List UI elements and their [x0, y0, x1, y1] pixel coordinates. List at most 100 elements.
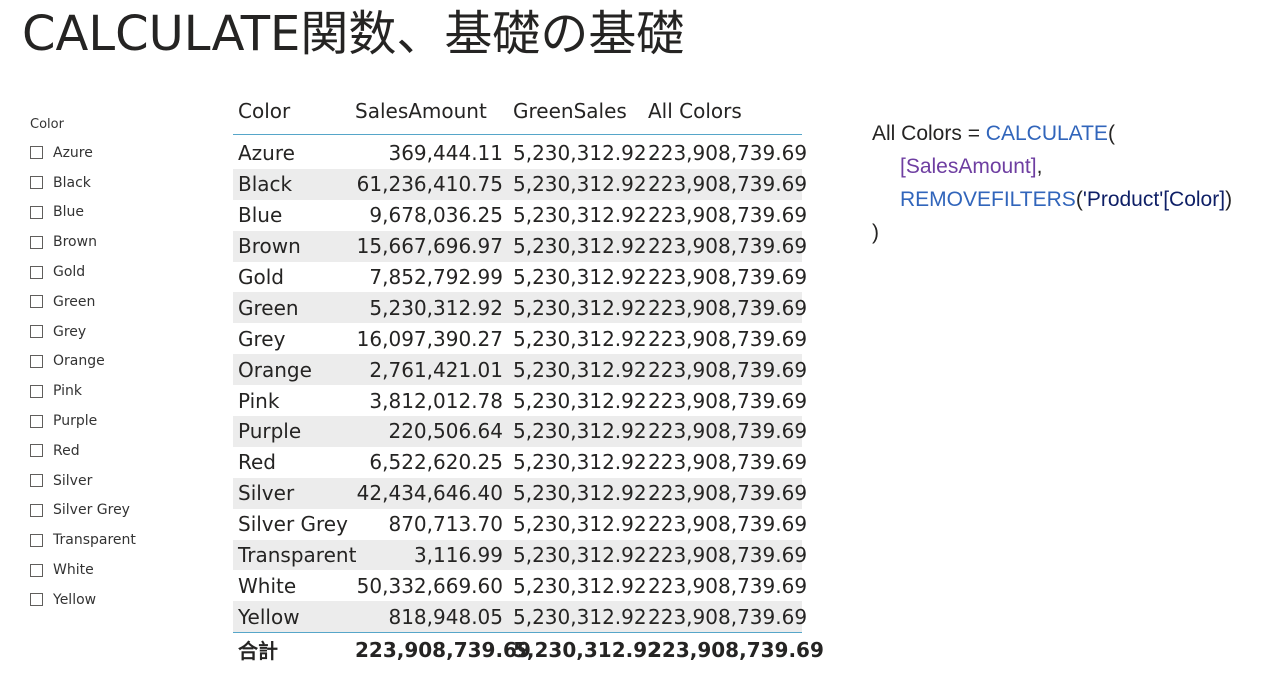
- total-label: 合計: [233, 632, 350, 667]
- checkbox[interactable]: [30, 533, 43, 547]
- slicer-item[interactable]: Red: [30, 436, 210, 466]
- slicer-item-label: Black: [53, 174, 91, 191]
- slicer-item[interactable]: Green: [30, 287, 210, 317]
- table-row[interactable]: Brown 15,667,696.97 5,230,312.92 223,908,73…: [233, 230, 807, 262]
- slicer-item[interactable]: White: [30, 555, 210, 585]
- formula-open-paren: (: [1075, 188, 1083, 211]
- cell-color: White: [238, 573, 297, 598]
- table-row[interactable]: Silver 42,434,646.40 5,230,312.92 223,908,7…: [233, 477, 807, 509]
- formula-measure-name: All Colors =: [872, 122, 986, 145]
- cell-greensales: 5,230,312.92: [508, 601, 647, 633]
- total-salesamount: 223,908,739.69: [350, 632, 531, 667]
- checkbox[interactable]: [30, 593, 43, 607]
- slicer-item[interactable]: Silver Grey: [30, 496, 210, 526]
- slicer-item[interactable]: Brown: [30, 227, 210, 257]
- cell-salesamount: 5,230,312.92: [350, 292, 508, 324]
- checkbox[interactable]: [30, 414, 43, 428]
- cell-greensales: 5,230,312.92: [513, 512, 647, 537]
- slicer-item[interactable]: Silver: [30, 466, 210, 496]
- slicer-item[interactable]: Pink: [30, 376, 210, 406]
- table-body: Azure 369,444.11 5,230,312.92 223,908,739.6…: [233, 135, 808, 633]
- column-header-salesamount[interactable]: SalesAmount: [350, 88, 508, 135]
- checkbox[interactable]: [30, 146, 43, 160]
- table-row[interactable]: Azure 369,444.11 5,230,312.92 223,908,739.6…: [233, 135, 808, 169]
- checkbox[interactable]: [30, 265, 43, 279]
- slicer-item[interactable]: Grey: [30, 317, 210, 347]
- slicer-item-label: Silver: [53, 472, 93, 489]
- table-row[interactable]: White 50,332,669.60 5,230,312.92 223,908,73…: [233, 570, 807, 601]
- dax-formula: All Colors = CALCULATE( [SalesAmount], R…: [872, 117, 1232, 249]
- slicer-item[interactable]: Gold: [30, 257, 210, 287]
- slicer-item-label: Gold: [53, 264, 86, 281]
- table-row[interactable]: Red 6,522,620.25 5,230,312.92 223,908,739.6…: [233, 447, 807, 478]
- cell-color: Silver: [233, 477, 350, 509]
- cell-all-colors: 223,908,739.69: [643, 601, 807, 633]
- table-row[interactable]: Blue 9,678,036.25 5,230,312.92 223,908,739.…: [233, 200, 807, 231]
- slicer-item-label: Azure: [53, 144, 93, 161]
- cell-salesamount: 61,236,410.75: [350, 168, 508, 200]
- total-all-colors: 223,908,739.69: [643, 632, 824, 667]
- slicer-item[interactable]: Black: [30, 168, 210, 198]
- table-row[interactable]: Yellow 818,948.05 5,230,312.92 223,908,739.…: [233, 601, 807, 633]
- formula-function-calculate: CALCULATE: [985, 122, 1108, 145]
- cell-all-colors: 223,908,739.69: [643, 230, 807, 262]
- slicer-item-label: Green: [53, 293, 96, 310]
- checkbox[interactable]: [30, 325, 43, 339]
- slicer-item-label: Purple: [53, 413, 98, 430]
- checkbox[interactable]: [30, 503, 43, 517]
- column-header-all-colors[interactable]: All Colors: [643, 88, 802, 135]
- formula-line-1: All Colors = CALCULATE(: [872, 117, 1232, 150]
- column-header-color[interactable]: Color: [233, 88, 350, 135]
- formula-column-ref: [Color]: [1163, 188, 1226, 211]
- checkbox[interactable]: [30, 354, 43, 368]
- cell-color: Gold: [238, 265, 284, 289]
- cell-all-colors: 223,908,739.69: [643, 354, 807, 386]
- checkbox[interactable]: [30, 444, 43, 458]
- cell-color: Black: [233, 168, 350, 200]
- table-row[interactable]: Silver Grey 870,713.70 5,230,312.92 223,908…: [233, 509, 807, 540]
- cell-greensales: 5,230,312.92: [508, 416, 647, 447]
- checkbox[interactable]: [30, 563, 43, 577]
- cell-color: Brown: [233, 230, 350, 262]
- table-row[interactable]: Black 61,236,410.75 5,230,312.92 223,908,73…: [233, 168, 807, 200]
- cell-color: Green: [233, 292, 350, 324]
- cell-salesamount: 15,667,696.97: [350, 230, 508, 262]
- table-row[interactable]: Grey 16,097,390.27 5,230,312.92 223,908,739…: [233, 323, 807, 354]
- cell-greensales: 5,230,312.92: [508, 292, 647, 324]
- formula-final-paren: ): [872, 221, 879, 244]
- checkbox[interactable]: [30, 474, 43, 488]
- checkbox[interactable]: [30, 384, 43, 398]
- table-row[interactable]: Orange 2,761,421.01 5,230,312.92 223,908,73…: [233, 354, 807, 386]
- cell-greensales: 5,230,312.92: [508, 168, 647, 200]
- cell-greensales: 5,230,312.92: [508, 539, 647, 571]
- table-row[interactable]: Gold 7,852,792.99 5,230,312.92 223,908,739.…: [233, 262, 807, 293]
- slicer-item[interactable]: Transparent: [30, 525, 210, 555]
- formula-measure-ref: [SalesAmount]: [900, 155, 1037, 178]
- table-row[interactable]: Green 5,230,312.92 5,230,312.92 223,908,739…: [233, 292, 807, 324]
- sales-table: Color SalesAmount GreenSales All Colors …: [233, 88, 824, 667]
- cell-color: Transparent: [233, 539, 356, 571]
- table-row[interactable]: Transparent 3,116.99 5,230,312.92 223,908,7…: [233, 539, 807, 571]
- formula-table-ref: 'Product': [1082, 188, 1164, 211]
- column-header-greensales[interactable]: GreenSales: [508, 88, 643, 135]
- cell-all-colors: 223,908,739.69: [648, 141, 808, 166]
- cell-color: Orange: [233, 354, 350, 386]
- table-row[interactable]: Purple 220,506.64 5,230,312.92 223,908,739.…: [233, 416, 807, 447]
- slicer-item[interactable]: Yellow: [30, 585, 210, 615]
- checkbox[interactable]: [30, 295, 43, 309]
- cell-greensales: 5,230,312.92: [508, 230, 647, 262]
- slicer-item-label: Brown: [53, 234, 97, 251]
- cell-color: Red: [238, 450, 276, 475]
- cell-salesamount: 870,713.70: [388, 512, 503, 537]
- cell-salesamount: 9,678,036.25: [369, 203, 503, 228]
- slicer-item[interactable]: Orange: [30, 347, 210, 377]
- slicer-item[interactable]: Purple: [30, 406, 210, 436]
- checkbox[interactable]: [30, 235, 43, 249]
- slicer-item[interactable]: Azure: [30, 138, 210, 168]
- checkbox[interactable]: [30, 176, 43, 190]
- slicer-item-label: White: [53, 562, 94, 579]
- table-row[interactable]: Pink 3,812,012.78 5,230,312.92 223,908,739.…: [233, 385, 807, 416]
- slicer-list: Azure Black Blue Brown Gold Green Grey Orange Pi…: [30, 138, 210, 615]
- checkbox[interactable]: [30, 205, 43, 219]
- slicer-item[interactable]: Blue: [30, 198, 210, 228]
